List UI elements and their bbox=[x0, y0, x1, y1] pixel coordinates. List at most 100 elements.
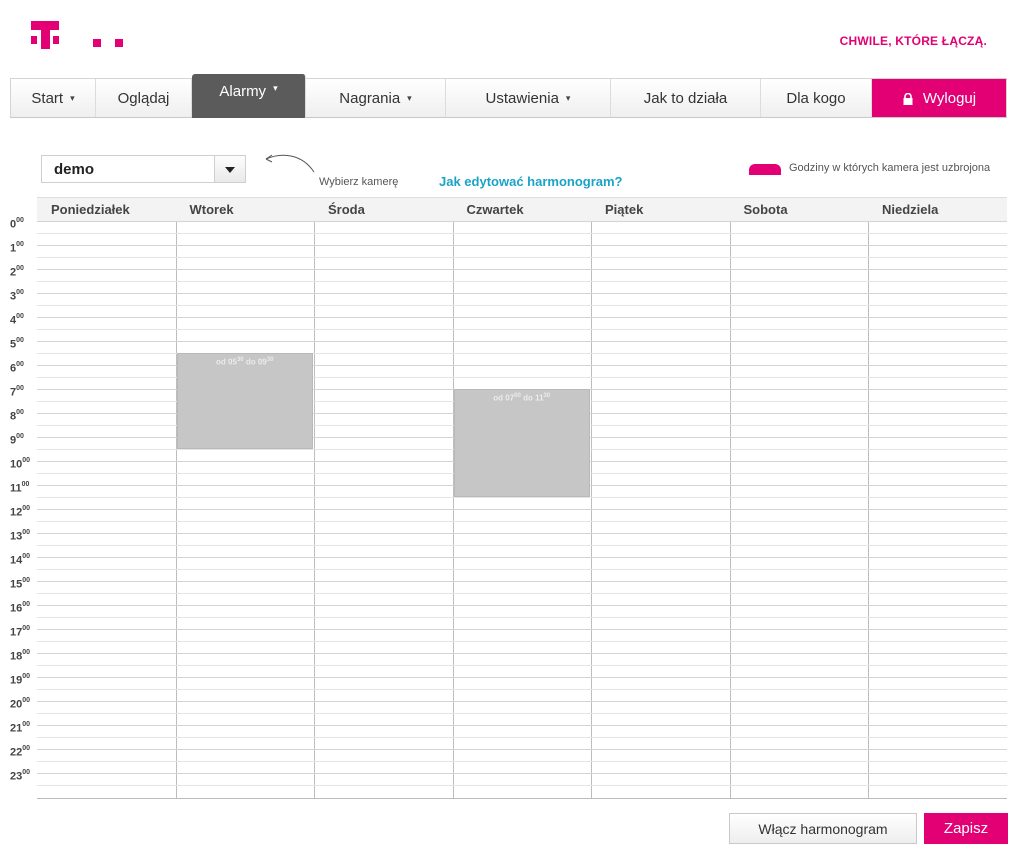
choose-camera-label: Wybierz kamerę bbox=[319, 176, 399, 188]
nav-item-dla-kogo[interactable]: Dla kogo bbox=[761, 79, 872, 117]
grid-line bbox=[37, 233, 1007, 234]
logo-dot bbox=[93, 39, 101, 47]
time-block-label: od 0700 do 1130 bbox=[493, 393, 551, 403]
chevron-down-icon[interactable] bbox=[214, 156, 245, 182]
hour-label: 1400 bbox=[10, 553, 31, 567]
nav-item-label: Alarmy bbox=[219, 83, 267, 100]
grid-line bbox=[37, 785, 1007, 786]
nav-item-label: Start bbox=[31, 89, 64, 107]
grid-line bbox=[37, 269, 1007, 270]
logo-dot bbox=[53, 36, 59, 44]
grid-line bbox=[37, 701, 1007, 702]
legend-text: Godziny w których kamera jest uzbrojona bbox=[789, 162, 991, 174]
grid-line bbox=[37, 521, 1007, 522]
nav-item-label: Dla kogo bbox=[786, 89, 846, 107]
hour-label: 2000 bbox=[10, 697, 31, 711]
armed-time-block[interactable]: od 0700 do 1130 bbox=[453, 389, 590, 497]
nav-item-label: Jak to działa bbox=[643, 89, 728, 107]
grid-line bbox=[37, 581, 1007, 582]
grid-line bbox=[37, 713, 1007, 714]
hour-label: 1700 bbox=[10, 625, 31, 639]
hour-label: 2200 bbox=[10, 745, 31, 759]
logout-button[interactable]: Wyloguj bbox=[872, 79, 1006, 117]
nav-item-jak-to-dziala[interactable]: Jak to działa bbox=[611, 79, 761, 117]
hour-label: 1500 bbox=[10, 577, 31, 591]
hour-label: 1800 bbox=[10, 649, 31, 663]
hour-label: 2300 bbox=[10, 769, 31, 783]
grid-line bbox=[37, 725, 1007, 726]
nav-item-alarmy[interactable]: Alarmy ▾ bbox=[192, 74, 306, 118]
logo-dot bbox=[115, 39, 123, 47]
grid-line bbox=[37, 617, 1007, 618]
day-header: Środa bbox=[328, 202, 365, 217]
day-header: Sobota bbox=[743, 202, 788, 217]
grid-line bbox=[37, 293, 1007, 294]
chevron-down-icon: ▾ bbox=[407, 92, 412, 103]
grid-line bbox=[37, 641, 1007, 642]
grid-line bbox=[37, 257, 1007, 258]
nav-item-ogladaj[interactable]: Oglądaj bbox=[96, 79, 192, 117]
grid-line bbox=[37, 629, 1007, 630]
nav-item-ustawienia[interactable]: Ustawienia ▾ bbox=[446, 79, 611, 117]
hour-label: 700 bbox=[10, 385, 24, 399]
chevron-down-icon: ▾ bbox=[273, 83, 278, 93]
legend-swatch bbox=[749, 164, 781, 175]
nav-item-label: Nagrania bbox=[339, 89, 401, 107]
hour-label: 1900 bbox=[10, 673, 31, 687]
grid-line bbox=[37, 497, 1007, 498]
grid-line bbox=[37, 665, 1007, 666]
logo-t-stem bbox=[41, 21, 50, 49]
time-block-label: od 0530 do 0930 bbox=[216, 357, 274, 367]
grid-line bbox=[37, 509, 1007, 510]
camera-select[interactable]: demo bbox=[41, 155, 246, 183]
grid-line bbox=[37, 569, 1007, 570]
armed-time-block[interactable]: od 0530 do 0930 bbox=[176, 353, 313, 449]
hour-label: 800 bbox=[10, 409, 24, 423]
grid-line bbox=[37, 557, 1007, 558]
hour-label: 1000 bbox=[10, 457, 31, 471]
grid-line bbox=[37, 737, 1007, 738]
hour-label: 1300 bbox=[10, 529, 31, 543]
day-header: Poniedziałek bbox=[51, 202, 130, 217]
day-header: Czwartek bbox=[466, 202, 524, 217]
hour-label: 100 bbox=[10, 241, 24, 255]
enable-schedule-button[interactable]: Włącz harmonogram bbox=[729, 813, 917, 844]
grid-line bbox=[37, 317, 1007, 318]
nav-item-nagrania[interactable]: Nagrania ▾ bbox=[306, 79, 446, 117]
grid-line bbox=[37, 245, 1007, 246]
nav-item-start[interactable]: Start ▾ bbox=[11, 79, 96, 117]
logo-dot bbox=[31, 36, 37, 44]
telekom-logo bbox=[31, 14, 131, 54]
hour-label: 1100 bbox=[10, 481, 30, 495]
chevron-down-icon: ▾ bbox=[565, 92, 571, 103]
curved-arrow-icon bbox=[265, 154, 315, 173]
grid-line bbox=[37, 341, 1007, 342]
grid-line bbox=[37, 605, 1007, 606]
nav-item-label: Ustawienia bbox=[485, 89, 559, 107]
hour-label: 600 bbox=[10, 361, 24, 375]
grid-line bbox=[37, 689, 1007, 690]
grid-line bbox=[37, 329, 1007, 330]
hour-label: 000 bbox=[10, 217, 24, 231]
lock-icon bbox=[903, 93, 913, 105]
day-header: Piątek bbox=[605, 202, 644, 217]
hour-label: 300 bbox=[10, 289, 24, 303]
day-header: Wtorek bbox=[189, 202, 234, 217]
day-header-row: Poniedziałek Wtorek Środa Czwartek Piątek Sob… bbox=[37, 197, 1007, 222]
hour-label: 500 bbox=[10, 337, 24, 351]
main-nav: Start ▾ Oglądaj Alarmy ▾ Nagrania ▾ Usta… bbox=[10, 74, 1007, 118]
hour-label: 200 bbox=[10, 265, 24, 279]
grid-line bbox=[37, 677, 1007, 678]
hour-label: 900 bbox=[10, 433, 24, 447]
grid-line bbox=[37, 749, 1007, 750]
hour-label: 400 bbox=[10, 313, 24, 327]
grid-line bbox=[37, 281, 1007, 282]
logout-label: Wyloguj bbox=[922, 89, 977, 107]
hour-label: 1600 bbox=[10, 601, 31, 615]
grid-line bbox=[37, 305, 1007, 306]
schedule-grid[interactable]: od 0530 do 0930 od 0700 do 1130 bbox=[37, 221, 1007, 799]
weekly-schedule: Poniedziałek Wtorek Środa Czwartek Piątek Sob… bbox=[0, 197, 1009, 800]
howto-edit-schedule-link[interactable]: Jak edytować harmonogram? bbox=[439, 174, 623, 189]
save-button[interactable]: Zapisz bbox=[924, 813, 1008, 844]
hour-label: 1200 bbox=[10, 505, 31, 519]
